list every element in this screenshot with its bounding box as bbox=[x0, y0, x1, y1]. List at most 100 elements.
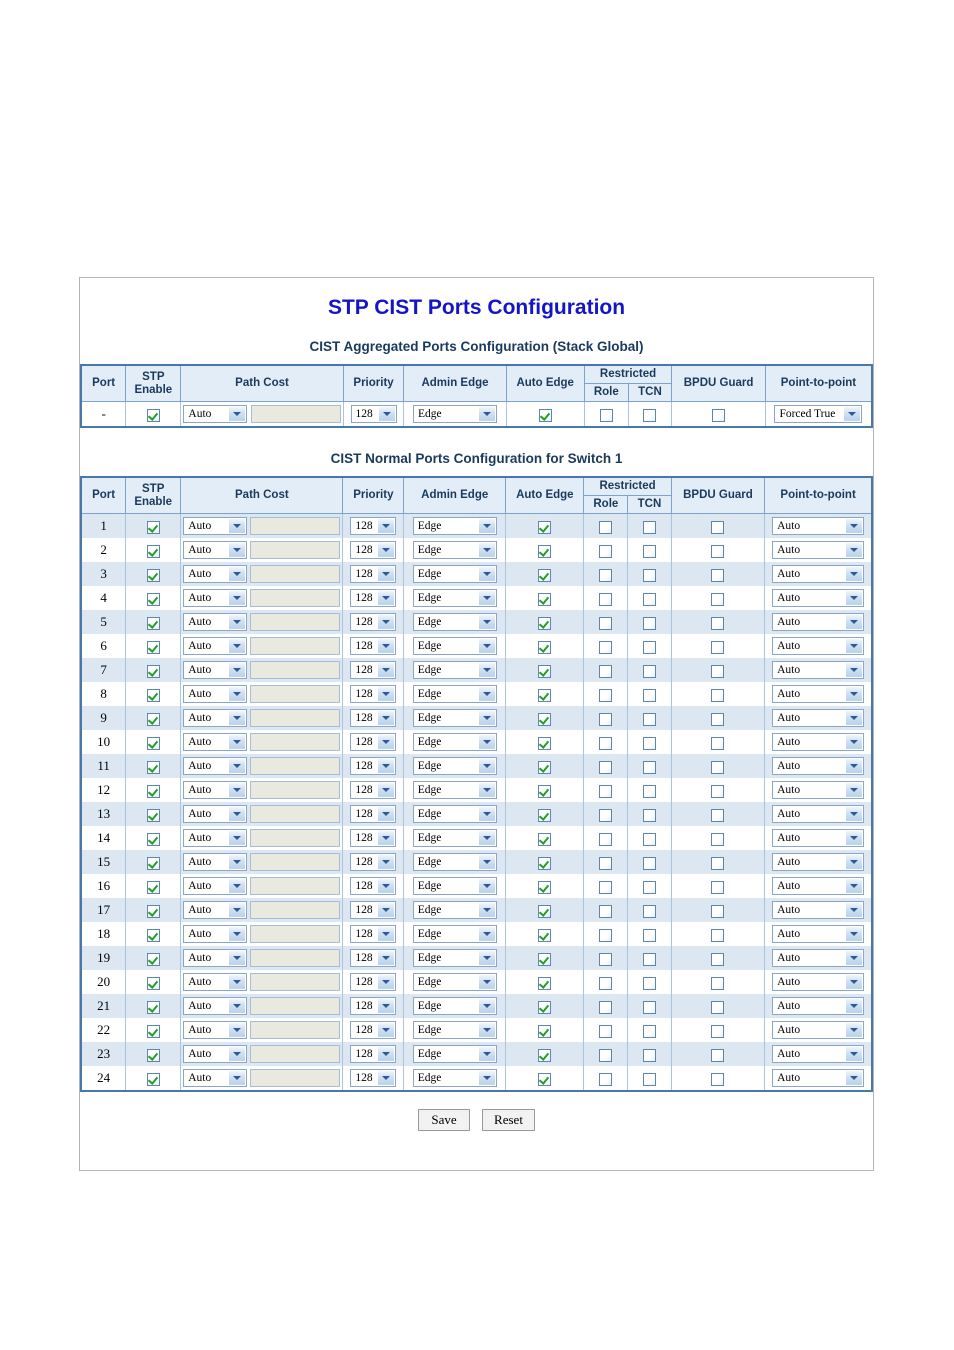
auto-edge-checkbox[interactable] bbox=[538, 664, 552, 678]
bpdu-guard-checkbox[interactable] bbox=[711, 784, 725, 798]
point-to-point-select[interactable]: Auto bbox=[772, 757, 865, 775]
restricted-tcn-checkbox[interactable] bbox=[642, 1024, 656, 1038]
path-cost-select[interactable]: Auto bbox=[183, 925, 248, 943]
path-cost-select[interactable]: Auto bbox=[183, 901, 248, 919]
save-button[interactable]: Save bbox=[418, 1109, 471, 1131]
point-to-point-select[interactable]: Auto bbox=[772, 1021, 865, 1039]
restricted-role-checkbox[interactable] bbox=[599, 880, 613, 894]
bpdu-guard-checkbox[interactable] bbox=[711, 1000, 725, 1014]
path-cost-input[interactable] bbox=[250, 949, 341, 967]
path-cost-select[interactable]: Auto bbox=[183, 733, 248, 751]
auto-edge-checkbox[interactable] bbox=[538, 1000, 552, 1014]
admin-edge-select[interactable]: Edge bbox=[412, 1069, 497, 1087]
path-cost-select[interactable]: Auto bbox=[183, 565, 248, 583]
priority-select[interactable]: 128 bbox=[350, 637, 397, 655]
path-cost-input[interactable] bbox=[250, 1021, 341, 1039]
priority-select[interactable]: 128 bbox=[350, 1069, 397, 1087]
auto-edge-checkbox[interactable] bbox=[538, 544, 552, 558]
stp-enable-checkbox[interactable] bbox=[146, 616, 160, 630]
bpdu-guard-checkbox[interactable] bbox=[711, 688, 725, 702]
stp-enable-checkbox[interactable] bbox=[146, 880, 160, 894]
point-to-point-select[interactable]: Auto bbox=[772, 877, 865, 895]
priority-select[interactable]: 128 bbox=[350, 805, 397, 823]
priority-select[interactable]: 128 bbox=[350, 877, 397, 895]
path-cost-input[interactable] bbox=[250, 517, 341, 535]
restricted-role-checkbox[interactable] bbox=[599, 1072, 613, 1086]
point-to-point-select[interactable]: Auto bbox=[772, 637, 865, 655]
stp-enable-checkbox[interactable] bbox=[146, 688, 160, 702]
path-cost-select[interactable]: Auto bbox=[183, 613, 248, 631]
bpdu-guard-checkbox[interactable] bbox=[712, 408, 726, 422]
priority-select[interactable]: 128 bbox=[350, 781, 397, 799]
path-cost-input[interactable] bbox=[250, 405, 341, 423]
stp-enable-checkbox[interactable] bbox=[146, 808, 160, 822]
admin-edge-select[interactable]: Edge bbox=[412, 997, 497, 1015]
path-cost-select[interactable]: Auto bbox=[183, 405, 248, 423]
bpdu-guard-checkbox[interactable] bbox=[711, 664, 725, 678]
restricted-tcn-checkbox[interactable] bbox=[642, 1072, 656, 1086]
admin-edge-select[interactable]: Edge bbox=[412, 829, 497, 847]
path-cost-input[interactable] bbox=[250, 829, 341, 847]
restricted-role-checkbox[interactable] bbox=[599, 1000, 613, 1014]
point-to-point-select[interactable]: Auto bbox=[772, 949, 865, 967]
bpdu-guard-checkbox[interactable] bbox=[711, 1072, 725, 1086]
restricted-role-checkbox[interactable] bbox=[599, 808, 613, 822]
point-to-point-select[interactable]: Auto bbox=[772, 613, 865, 631]
admin-edge-select[interactable]: Edge bbox=[412, 1045, 497, 1063]
point-to-point-select[interactable]: Auto bbox=[772, 661, 865, 679]
auto-edge-checkbox[interactable] bbox=[538, 616, 552, 630]
admin-edge-select[interactable]: Edge bbox=[412, 541, 497, 559]
admin-edge-select[interactable]: Edge bbox=[412, 613, 497, 631]
stp-enable-checkbox[interactable] bbox=[146, 712, 160, 726]
path-cost-input[interactable] bbox=[250, 589, 341, 607]
stp-enable-checkbox[interactable] bbox=[146, 1024, 160, 1038]
restricted-role-checkbox[interactable] bbox=[599, 856, 613, 870]
path-cost-input[interactable] bbox=[250, 757, 341, 775]
bpdu-guard-checkbox[interactable] bbox=[711, 808, 725, 822]
point-to-point-select[interactable]: Auto bbox=[772, 685, 865, 703]
restricted-role-checkbox[interactable] bbox=[599, 784, 613, 798]
path-cost-select[interactable]: Auto bbox=[183, 1069, 248, 1087]
restricted-role-checkbox[interactable] bbox=[599, 408, 613, 422]
priority-select[interactable]: 128 bbox=[350, 541, 397, 559]
restricted-tcn-checkbox[interactable] bbox=[642, 592, 656, 606]
restricted-role-checkbox[interactable] bbox=[599, 616, 613, 630]
path-cost-input[interactable] bbox=[250, 661, 341, 679]
admin-edge-select[interactable]: Edge bbox=[412, 805, 497, 823]
stp-enable-checkbox[interactable] bbox=[146, 952, 160, 966]
path-cost-input[interactable] bbox=[250, 997, 341, 1015]
restricted-tcn-checkbox[interactable] bbox=[642, 544, 656, 558]
stp-enable-checkbox[interactable] bbox=[146, 736, 160, 750]
path-cost-input[interactable] bbox=[250, 805, 341, 823]
path-cost-select[interactable]: Auto bbox=[183, 973, 248, 991]
restricted-role-checkbox[interactable] bbox=[599, 712, 613, 726]
auto-edge-checkbox[interactable] bbox=[538, 1024, 552, 1038]
priority-select[interactable]: 128 bbox=[350, 973, 397, 991]
point-to-point-select[interactable]: Auto bbox=[772, 709, 865, 727]
auto-edge-checkbox[interactable] bbox=[538, 1072, 552, 1086]
point-to-point-select[interactable]: Forced True bbox=[774, 405, 863, 423]
point-to-point-select[interactable]: Auto bbox=[772, 997, 865, 1015]
bpdu-guard-checkbox[interactable] bbox=[711, 1048, 725, 1062]
point-to-point-select[interactable]: Auto bbox=[772, 541, 865, 559]
bpdu-guard-checkbox[interactable] bbox=[711, 544, 725, 558]
auto-edge-checkbox[interactable] bbox=[538, 688, 552, 702]
priority-select[interactable]: 128 bbox=[350, 949, 397, 967]
path-cost-select[interactable]: Auto bbox=[183, 661, 248, 679]
stp-enable-checkbox[interactable] bbox=[146, 592, 160, 606]
priority-select[interactable]: 128 bbox=[350, 733, 397, 751]
stp-enable-checkbox[interactable] bbox=[146, 832, 160, 846]
point-to-point-select[interactable]: Auto bbox=[772, 901, 865, 919]
auto-edge-checkbox[interactable] bbox=[538, 408, 552, 422]
bpdu-guard-checkbox[interactable] bbox=[711, 736, 725, 750]
priority-select[interactable]: 128 bbox=[350, 661, 397, 679]
admin-edge-select[interactable]: Edge bbox=[412, 405, 497, 423]
auto-edge-checkbox[interactable] bbox=[538, 856, 552, 870]
auto-edge-checkbox[interactable] bbox=[538, 568, 552, 582]
restricted-role-checkbox[interactable] bbox=[599, 736, 613, 750]
restricted-tcn-checkbox[interactable] bbox=[642, 1048, 656, 1062]
admin-edge-select[interactable]: Edge bbox=[412, 661, 497, 679]
bpdu-guard-checkbox[interactable] bbox=[711, 952, 725, 966]
auto-edge-checkbox[interactable] bbox=[538, 928, 552, 942]
restricted-tcn-checkbox[interactable] bbox=[642, 952, 656, 966]
